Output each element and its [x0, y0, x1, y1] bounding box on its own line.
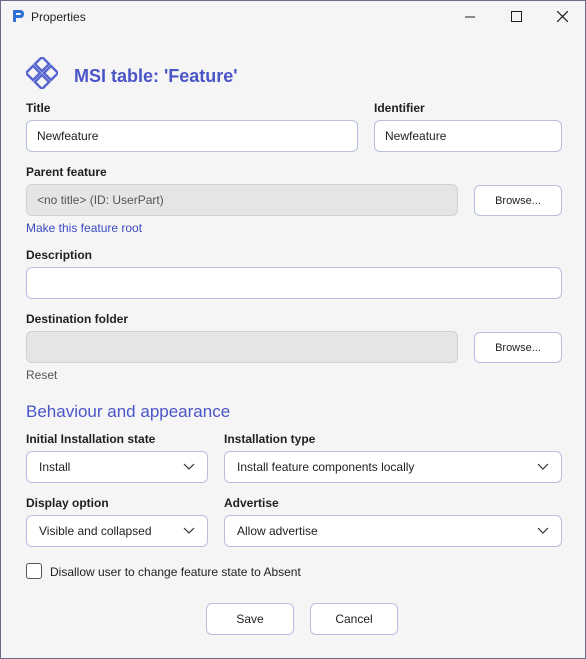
page-title: MSI table: 'Feature': [74, 66, 238, 86]
minimize-icon: [464, 16, 475, 18]
maximize-button[interactable]: [493, 1, 539, 32]
dialog-content: MSI table: 'Feature' Title Newfeature Id…: [1, 32, 585, 658]
maximize-icon: [510, 11, 522, 22]
make-root-link[interactable]: Make this feature root: [26, 221, 142, 235]
chevron-down-icon: [537, 527, 549, 534]
chevron-down-icon: [183, 463, 195, 470]
description-field[interactable]: [26, 267, 562, 299]
behaviour-section-title: Behaviour and appearance: [26, 402, 231, 421]
chevron-down-icon: [183, 527, 195, 534]
installation-type-value: Install feature components locally: [237, 460, 415, 474]
display-option-label: Display option: [26, 496, 109, 510]
title-bar: Properties: [1, 1, 585, 32]
close-button[interactable]: [539, 1, 585, 32]
initial-state-value: Install: [39, 460, 71, 474]
title-label: Title: [26, 101, 51, 115]
advertise-label: Advertise: [224, 496, 279, 510]
parent-feature-field: <no title> (ID: UserPart): [26, 184, 458, 216]
close-icon: [556, 11, 568, 22]
destination-folder-field: [26, 331, 458, 363]
description-label: Description: [26, 248, 93, 262]
installation-type-label: Installation type: [224, 432, 316, 446]
display-option-dropdown[interactable]: Visible and collapsed: [26, 515, 208, 547]
advertise-value: Allow advertise: [237, 524, 318, 538]
disallow-absent-label[interactable]: Disallow user to change feature state to…: [50, 565, 301, 579]
identifier-label: Identifier: [374, 101, 425, 115]
installation-type-dropdown[interactable]: Install feature components locally: [224, 451, 562, 483]
initial-state-label: Initial Installation state: [26, 432, 156, 446]
window-title: Properties: [31, 10, 86, 24]
advertise-dropdown[interactable]: Allow advertise: [224, 515, 562, 547]
save-button[interactable]: Save: [206, 603, 294, 635]
chevron-down-icon: [537, 463, 549, 470]
display-option-value: Visible and collapsed: [39, 524, 152, 538]
initial-state-dropdown[interactable]: Install: [26, 451, 208, 483]
destination-browse-button[interactable]: Browse...: [474, 332, 562, 363]
minimize-button[interactable]: [447, 1, 493, 32]
cancel-button[interactable]: Cancel: [310, 603, 398, 635]
destination-folder-label: Destination folder: [26, 312, 129, 326]
app-logo-icon: [13, 10, 24, 22]
parent-browse-button[interactable]: Browse...: [474, 185, 562, 216]
reset-link[interactable]: Reset: [26, 368, 57, 382]
title-field[interactable]: Newfeature: [26, 120, 358, 152]
feature-diamond-icon: [26, 57, 58, 89]
identifier-field[interactable]: Newfeature: [374, 120, 562, 152]
parent-feature-label: Parent feature: [26, 165, 107, 179]
properties-window: Properties MSI table: 'Feature' Title Ne…: [0, 0, 586, 659]
disallow-absent-checkbox[interactable]: [26, 563, 42, 579]
